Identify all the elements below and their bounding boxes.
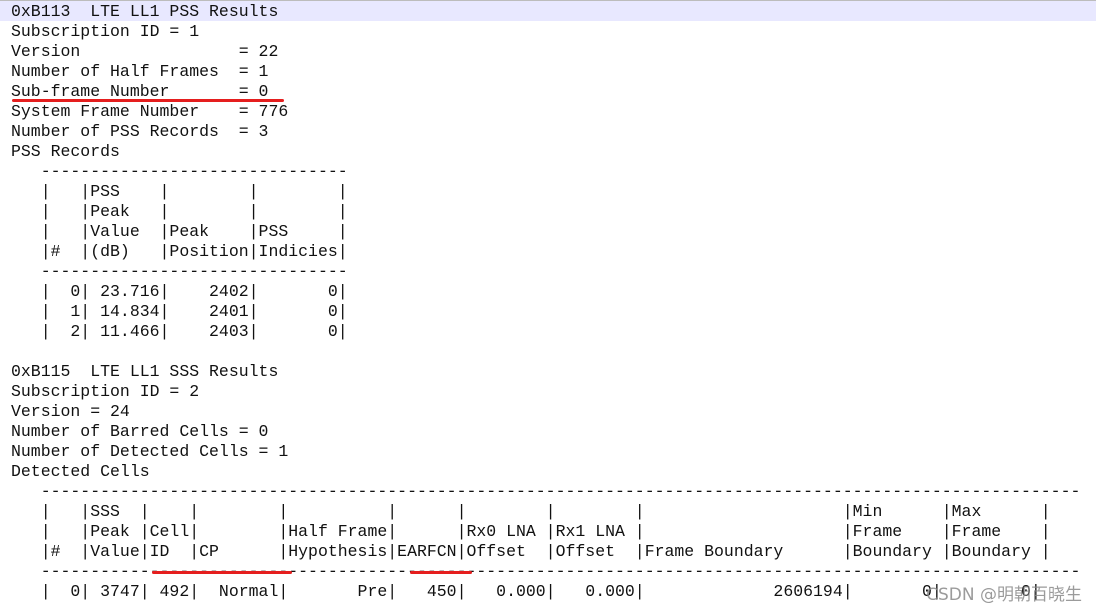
pss-table-row: | 1| 14.834| 2401| 0| — [11, 302, 348, 321]
pss-version: Version = 22 — [11, 42, 279, 61]
pss-system-frame-number: System Frame Number = 776 — [11, 102, 289, 121]
pss-table-header: | |PSS | | | — [11, 182, 348, 201]
pss-records-title: PSS Records — [11, 142, 120, 161]
pss-half-frames: Number of Half Frames = 1 — [11, 62, 269, 81]
sss-table-header: |# |Value|ID |CP |Hypothesis|EARFCN|Offs… — [11, 542, 1051, 561]
cell-id-underline — [152, 571, 292, 574]
pss-table-header: | |Value |Peak |PSS | — [11, 222, 348, 241]
pss-table-header: |# |(dB) |Position|Indicies| — [11, 242, 348, 261]
csdn-watermark: CSDN @明朝百晓生 — [926, 585, 1082, 605]
pss-table-row: | 0| 23.716| 2402| 0| — [11, 282, 348, 301]
sss-table-header: | |Peak |Cell| |Half Frame| |Rx0 LNA |Rx… — [11, 522, 1051, 541]
sss-table-rule: ----------------------------------------… — [11, 482, 1081, 501]
subframe-number-underline — [12, 99, 284, 102]
sss-subscription-id: Subscription ID = 2 — [11, 382, 200, 401]
sss-table-row: | 0| 3747| 492| Normal| Pre| 450| 0.000|… — [11, 582, 1041, 601]
sss-version: Version = 24 — [11, 402, 130, 421]
pss-table-rule: ------------------------------- — [11, 262, 348, 281]
sss-table-header: | |SSS | | | | | | | |Min |Max | — [11, 502, 1051, 521]
pss-header: 0xB113 LTE LL1 PSS Results — [11, 2, 279, 21]
sss-barred-cells: Number of Barred Cells = 0 — [11, 422, 269, 441]
pss-table-rule: ------------------------------- — [11, 162, 348, 181]
pss-table-row: | 2| 11.466| 2403| 0| — [11, 322, 348, 341]
pss-subscription-id: Subscription ID = 1 — [11, 22, 200, 41]
earfcn-underline — [410, 571, 472, 574]
pss-record-count: Number of PSS Records = 3 — [11, 122, 269, 141]
log-text-view[interactable]: 0xB113 LTE LL1 PSS Results Subscription I… — [11, 2, 1080, 602]
sss-header: 0xB115 LTE LL1 SSS Results — [11, 362, 279, 381]
sss-detected-cells-title: Detected Cells — [11, 462, 150, 481]
sss-detected-cells: Number of Detected Cells = 1 — [11, 442, 289, 461]
pss-table-header: | |Peak | | | — [11, 202, 348, 221]
